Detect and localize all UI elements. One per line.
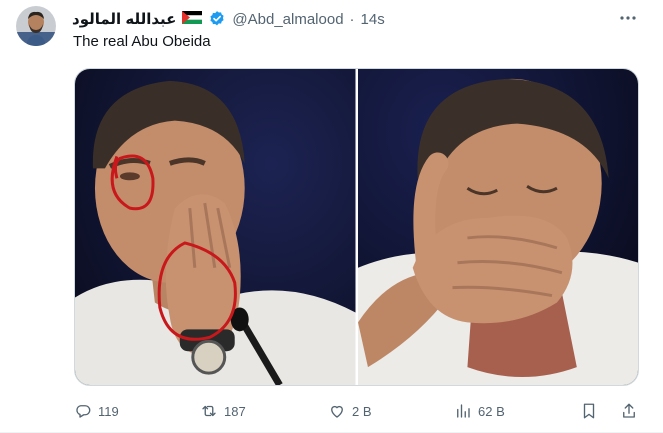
separator-dot: · [349, 10, 355, 28]
palestine-flag-icon [182, 10, 203, 28]
author-handle[interactable]: @Abd_almalood [232, 11, 343, 28]
reply-count: 119 [98, 403, 119, 419]
reply-icon [76, 405, 91, 418]
media-photo-right[interactable] [357, 69, 638, 385]
heart-icon [331, 405, 343, 418]
tweet-header: عبدالله المالود @Abd_almalood · 14s [72, 8, 385, 30]
author-name[interactable]: عبدالله المالود [72, 10, 176, 28]
views-button[interactable]: 62 B [454, 398, 505, 424]
like-count: 2 B [352, 403, 372, 419]
share-button[interactable] [620, 398, 638, 424]
bookmark-icon [583, 403, 595, 419]
more-options-icon[interactable] [617, 9, 639, 27]
media-photo-left[interactable] [75, 69, 356, 385]
post-time[interactable]: 14s [361, 11, 385, 28]
media-grid [74, 68, 639, 386]
repost-icon [202, 405, 216, 417]
views-chart-icon [457, 404, 470, 418]
verified-badge-icon[interactable] [208, 10, 226, 28]
tweet-text: The real Abu Obeida [73, 33, 211, 50]
views-count: 62 B [478, 403, 505, 419]
reply-button[interactable]: 119 [74, 398, 119, 424]
like-button[interactable]: 2 B [328, 398, 372, 424]
repost-count: 187 [224, 403, 246, 419]
repost-button[interactable]: 187 [200, 398, 246, 424]
tweet[interactable]: عبدالله المالود @Abd_almalood · 14s The … [0, 0, 663, 433]
bookmark-button[interactable] [580, 398, 598, 424]
avatar[interactable] [16, 6, 56, 46]
action-bar: 119 187 2 B 62 B [70, 398, 646, 424]
share-icon [623, 403, 635, 418]
